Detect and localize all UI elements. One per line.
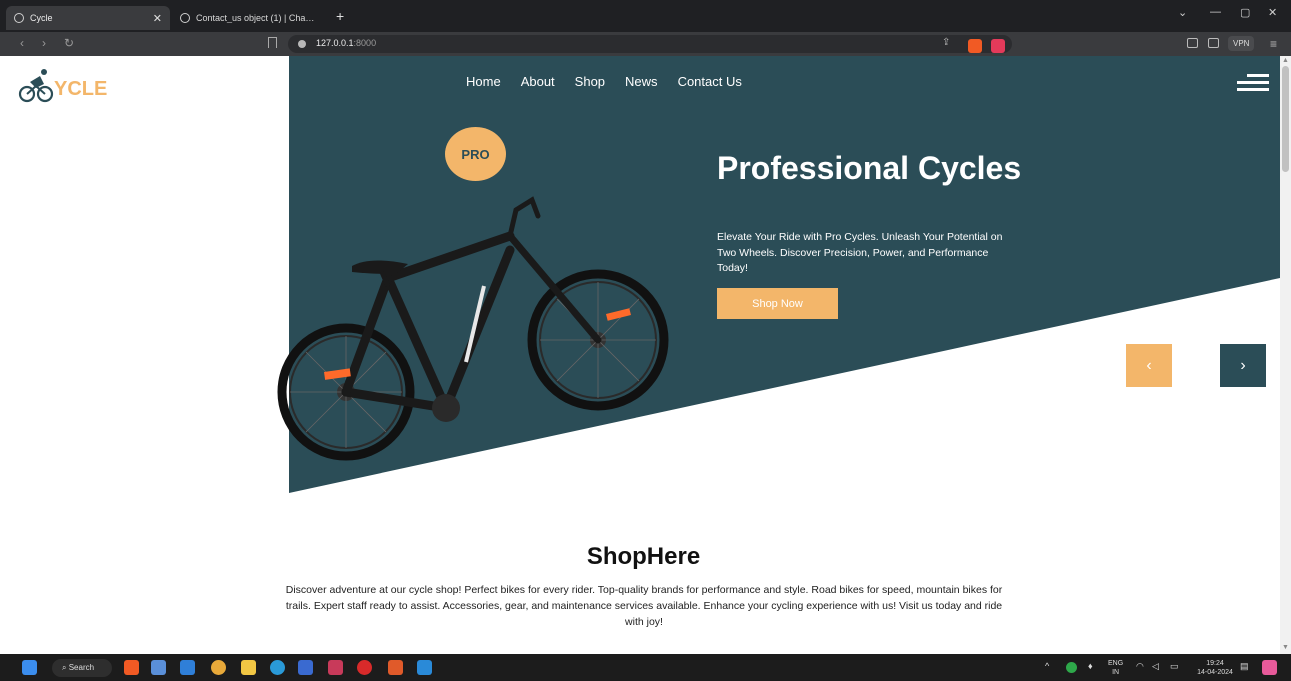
sidebar-icon[interactable] (1187, 38, 1198, 48)
nav-about[interactable]: About (521, 74, 555, 89)
nav-home[interactable]: Home (466, 74, 501, 89)
brave-shields-icon[interactable] (968, 39, 982, 53)
taskbar-search[interactable]: ⌕ Search (52, 659, 112, 677)
section-title: ShopHere (586, 543, 701, 570)
hamburger-menu-icon[interactable] (1237, 72, 1269, 94)
region-code: IN (1112, 669, 1120, 676)
site-info-icon[interactable] (298, 40, 306, 48)
url-bar[interactable]: 127.0.0.1:8000 ⇪ (288, 35, 1012, 53)
chevron-left-icon: ‹ (1146, 356, 1152, 374)
url-port: :8000 (353, 38, 377, 48)
volume-icon[interactable]: ◁ (1152, 662, 1159, 671)
url-host: 127.0.0.1 (316, 38, 354, 48)
nav-news[interactable]: News (625, 74, 658, 89)
clock-time: 19:24 (1206, 660, 1224, 667)
close-window-icon[interactable]: ✕ (1268, 6, 1277, 19)
taskbar-search-label: Search (68, 663, 95, 672)
shop-now-button[interactable]: Shop Now (717, 288, 838, 319)
hero-description: Elevate Your Ride with Pro Cycles. Unlea… (717, 231, 1003, 274)
language-indicator[interactable]: ENG IN (1108, 659, 1123, 677)
share-icon[interactable]: ⇪ (942, 37, 950, 48)
bicycle-image (277, 196, 669, 461)
clock-date: 14-04-2024 (1197, 669, 1233, 676)
bookmark-icon[interactable] (268, 37, 277, 48)
chevron-right-icon: › (1240, 356, 1246, 374)
globe-icon (14, 13, 24, 23)
app-icon[interactable] (328, 660, 343, 675)
close-tab-icon[interactable]: ✕ (153, 12, 162, 25)
slider-prev-button[interactable]: ‹ (1126, 344, 1172, 387)
search-icon: ⌕ (62, 663, 69, 672)
hero-title: Professional Cycles (717, 150, 1022, 186)
vscode-app-icon[interactable] (417, 660, 432, 675)
clock[interactable]: 19:24 14-04-2024 (1190, 659, 1240, 677)
brave-app-icon[interactable] (124, 660, 139, 675)
opera-app-icon[interactable] (357, 660, 372, 675)
app-icon[interactable] (298, 660, 313, 675)
slider-next-button[interactable]: › (1220, 344, 1266, 387)
chrome-app-icon[interactable] (211, 660, 226, 675)
address-toolbar: ‹ › ↻ 127.0.0.1:8000 ⇪ VPN ≡ (0, 32, 1291, 56)
cyclist-logo-icon (18, 69, 54, 103)
edge-app-icon[interactable] (270, 660, 285, 675)
pro-badge: PRO (445, 127, 506, 181)
wallet-icon[interactable] (1208, 38, 1219, 48)
back-icon[interactable]: ‹ (20, 36, 24, 50)
tab-cycle[interactable]: Cycle ✕ (6, 6, 170, 30)
notification-icon[interactable]: ▤ (1240, 662, 1249, 671)
restore-icon[interactable]: ▢ (1240, 6, 1250, 19)
nav-contact-us[interactable]: Contact Us (678, 74, 742, 89)
forward-icon[interactable]: › (42, 36, 46, 50)
app-icon[interactable] (388, 660, 403, 675)
tab-search-icon[interactable]: ⌄ (1178, 6, 1187, 19)
scroll-up-icon[interactable]: ▲ (1282, 57, 1289, 64)
tab-contact-us[interactable]: Contact_us object (1) | Change cont... (172, 6, 324, 30)
scroll-thumb[interactable] (1282, 66, 1289, 172)
language-code: ENG (1108, 660, 1124, 667)
taskbar: ⌕ Search ^ ♦ ENG IN ◠ ◁ ▭ 19:24 14-04-20… (0, 654, 1291, 681)
brave-rewards-icon[interactable] (991, 39, 1005, 53)
new-tab-button[interactable]: + (336, 8, 344, 24)
tray-app-icon[interactable] (1066, 662, 1077, 673)
tray-chevron-icon[interactable]: ^ (1045, 662, 1049, 671)
store-app-icon[interactable] (151, 660, 166, 675)
main-nav: Home About Shop News Contact Us (466, 74, 742, 89)
browser-tab-bar: Cycle ✕ Contact_us object (1) | Change c… (0, 0, 1291, 32)
windows-start-icon[interactable] (22, 660, 37, 675)
mic-icon[interactable]: ♦ (1088, 662, 1093, 671)
nav-shop[interactable]: Shop (575, 74, 605, 89)
menu-icon[interactable]: ≡ (1270, 37, 1277, 51)
tab-title: Contact_us object (1) | Change cont... (196, 13, 316, 23)
reload-icon[interactable]: ↻ (64, 36, 74, 50)
url-text: 127.0.0.1:8000 (316, 38, 376, 48)
scroll-down-icon[interactable]: ▼ (1282, 644, 1289, 651)
site-logo[interactable]: YCLE (18, 64, 118, 104)
mail-app-icon[interactable] (180, 660, 195, 675)
tab-title: Cycle (30, 13, 53, 23)
battery-icon[interactable]: ▭ (1170, 662, 1179, 671)
minimize-icon[interactable]: — (1210, 6, 1221, 18)
file-explorer-icon[interactable] (241, 660, 256, 675)
section-text: Discover adventure at our cycle shop! Pe… (285, 584, 1003, 628)
vpn-button[interactable]: VPN (1228, 36, 1255, 51)
globe-icon (180, 13, 190, 23)
web-page: YCLE Home About Shop News Contact Us PRO (0, 56, 1280, 654)
page-scrollbar[interactable]: ▲ ▼ (1280, 56, 1291, 654)
logo-text: YCLE (54, 78, 108, 100)
copilot-icon[interactable] (1262, 660, 1277, 675)
wifi-icon[interactable]: ◠ (1136, 662, 1144, 671)
